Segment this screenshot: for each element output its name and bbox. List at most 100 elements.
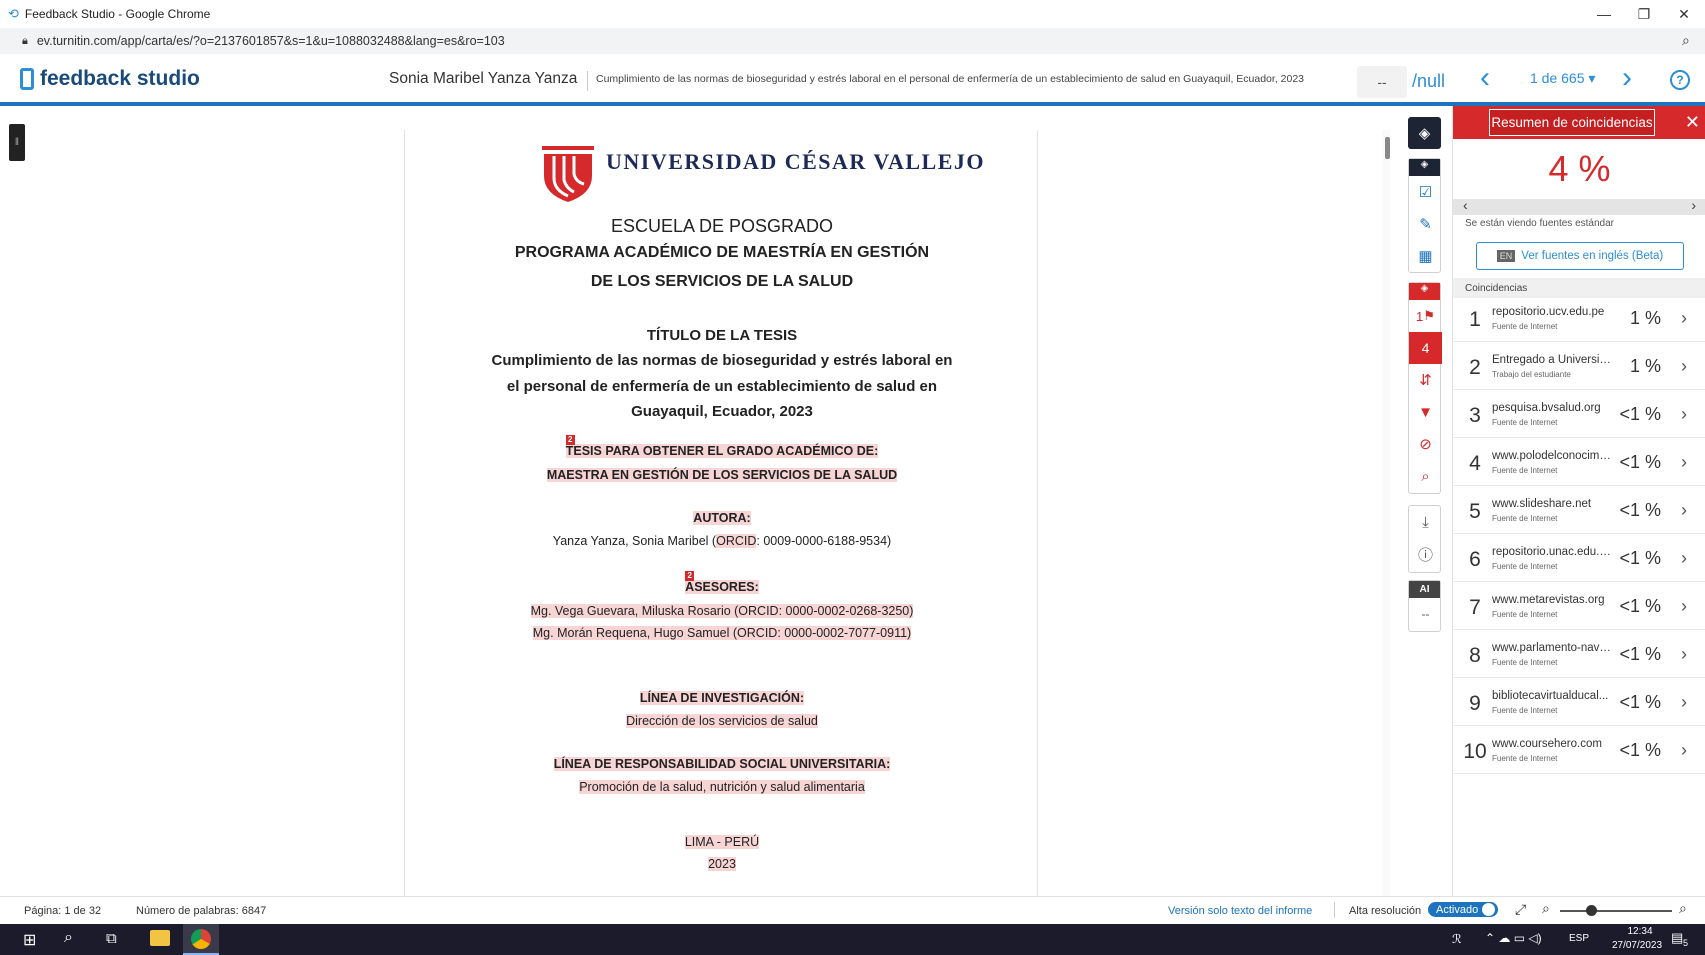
chevron-right-icon[interactable]: › xyxy=(1681,500,1687,521)
advisors-heading[interactable]: ASESORES: xyxy=(685,580,759,594)
match-row[interactable]: 3 pesquisa.bvsalud.org Fuente de Internet <… xyxy=(1453,394,1705,438)
exclude-icon[interactable]: ⊘ xyxy=(1409,428,1442,460)
taskbar-search-icon[interactable]: ⌕ xyxy=(64,929,73,947)
year[interactable]: 2023 xyxy=(708,857,736,871)
chevron-right-icon[interactable]: › xyxy=(1681,356,1687,377)
people-icon[interactable]: ℛ xyxy=(1452,932,1462,946)
high-res-toggle[interactable]: Activado xyxy=(1428,902,1499,917)
match-percentage: <1 % xyxy=(1619,500,1661,520)
paper-pager-dropdown[interactable]: 1 de 665 ▾ xyxy=(1530,70,1595,87)
zoom-slider[interactable] xyxy=(1560,910,1672,912)
match-source: pesquisa.bvsalud.org xyxy=(1492,402,1601,414)
advisor-1-wrap: Mg. Vega Guevara, Miluska Rosario (ORCID… xyxy=(405,604,1039,618)
match-overview-button[interactable]: 4 xyxy=(1409,332,1442,364)
match-source: bibliotecavirtualducal... xyxy=(1492,690,1609,702)
match-row[interactable]: 5 www.slideshare.net Fuente de Internet <1 … xyxy=(1453,490,1705,534)
match-row[interactable]: 2 Entregado a Universida... Trabajo del es… xyxy=(1453,346,1705,390)
advisor-2[interactable]: Mg. Morán Requena, Hugo Samuel (ORCID: 0… xyxy=(532,626,912,640)
side-panel-toggle[interactable]: ‖ xyxy=(9,124,25,161)
clock-date[interactable]: 27/07/2023 xyxy=(1602,940,1672,951)
close-panel-icon[interactable]: ✕ xyxy=(1685,112,1700,133)
match-row[interactable]: 10 www.coursehero.com Fuente de Internet <1… xyxy=(1453,730,1705,774)
match-row[interactable]: 6 repositorio.unac.edu.pe Fuente de Intern… xyxy=(1453,538,1705,582)
author-heading[interactable]: AUTORA: xyxy=(693,511,751,525)
grade-total: /null xyxy=(1412,71,1446,91)
help-icon[interactable]: ? xyxy=(1670,70,1690,90)
chevron-right-icon[interactable]: › xyxy=(1681,692,1687,713)
english-sources-button[interactable]: EN Ver fuentes en inglés (Beta) xyxy=(1476,242,1684,270)
chrome-taskbar-button[interactable] xyxy=(183,924,219,955)
match-source: www.metarevistas.org xyxy=(1492,594,1605,606)
url-text[interactable]: ev.turnitin.com/app/carta/es/?o=21376018… xyxy=(37,34,505,48)
search-icon[interactable]: ⌕ xyxy=(1682,32,1690,49)
city[interactable]: LIMA - PERÚ xyxy=(684,835,760,849)
filter-icon[interactable]: ▼ xyxy=(1409,396,1442,428)
page-indicator: Página: 1 de 32 xyxy=(24,905,102,917)
university-name: UNIVERSIDAD CÉSAR VALLEJO xyxy=(606,149,985,174)
chevron-right-icon[interactable]: › xyxy=(1681,740,1687,761)
layers-icon[interactable]: ◈ xyxy=(1408,117,1441,149)
chevron-right-icon[interactable]: › xyxy=(1681,308,1687,329)
scrollbar-thumb[interactable] xyxy=(1385,137,1390,159)
match-marker-badge[interactable]: 2 xyxy=(685,571,695,581)
chevron-right-icon[interactable]: › xyxy=(1681,452,1687,473)
rubric-check-icon[interactable]: ☑ xyxy=(1409,176,1442,208)
research-value[interactable]: Dirección de los servicios de salud xyxy=(626,714,818,728)
ai-score-button[interactable]: -- xyxy=(1409,598,1442,630)
grid-view-icon[interactable]: ▦ xyxy=(1409,240,1442,272)
file-explorer-icon[interactable] xyxy=(150,930,170,946)
match-number: 10 xyxy=(1463,740,1487,763)
social-heading[interactable]: LÍNEA DE RESPONSABILIDAD SOCIAL UNIVERSI… xyxy=(553,757,891,771)
social-value[interactable]: Promoción de la salud, nutrición y salud… xyxy=(579,780,865,794)
chevron-right-icon[interactable]: › xyxy=(1681,596,1687,617)
flags-button[interactable]: 1 ⚑ xyxy=(1409,300,1442,332)
next-paper-icon[interactable]: › xyxy=(1622,63,1632,93)
info-icon[interactable]: ⓘ xyxy=(1409,538,1442,570)
zoom-slider-handle[interactable] xyxy=(1586,905,1597,916)
task-view-icon[interactable]: ⧉ xyxy=(106,930,117,947)
match-number: 4 xyxy=(1469,452,1481,475)
author-orcid-label[interactable]: ORCID xyxy=(716,534,757,548)
fullscreen-icon[interactable]: ⤢ xyxy=(1515,901,1526,918)
tray-icons[interactable]: ⌃ ☁ ▭ ◁) xyxy=(1485,931,1542,945)
similarity-search-icon[interactable]: ⌕ xyxy=(1409,460,1442,492)
clock-time[interactable]: 12:34 xyxy=(1615,926,1665,937)
feedback-edit-icon[interactable]: ✎ xyxy=(1409,208,1442,240)
grade-input[interactable]: -- xyxy=(1357,66,1407,98)
minimize-icon[interactable]: — xyxy=(1582,0,1626,28)
match-source: Entregado a Universida... xyxy=(1492,354,1612,366)
match-row[interactable]: 8 www.parlamento-navar... Fuente de Intern… xyxy=(1453,634,1705,678)
prev-paper-icon[interactable]: ‹ xyxy=(1480,63,1490,93)
zoom-out-icon[interactable]: ⌕ xyxy=(1542,900,1550,917)
panel-prev-icon[interactable]: ‹ xyxy=(1463,197,1468,213)
match-row[interactable]: 1 repositorio.ucv.edu.pe Fuente de Interne… xyxy=(1453,298,1705,342)
address-bar[interactable]: 🔒︎ ev.turnitin.com/app/carta/es/?o=21376… xyxy=(0,28,1705,54)
all-sources-icon[interactable]: ⇵ xyxy=(1409,364,1442,396)
zoom-in-icon[interactable]: ⌕ xyxy=(1679,900,1687,917)
research-heading[interactable]: LÍNEA DE INVESTIGACIÓN: xyxy=(639,691,805,705)
chevron-right-icon[interactable]: › xyxy=(1681,404,1687,425)
text-only-report-link[interactable]: Versión solo texto del informe xyxy=(1168,905,1312,917)
match-marker-badge[interactable]: 2 xyxy=(565,435,575,445)
panel-next-icon[interactable]: › xyxy=(1691,197,1696,213)
degree-line-2[interactable]: MAESTRA EN GESTIÓN DE LOS SERVICIOS DE L… xyxy=(546,468,898,482)
match-source-type: Fuente de Internet xyxy=(1492,466,1558,475)
advisors-heading-wrap: 2ASESORES: xyxy=(405,571,1039,594)
download-icon[interactable]: ⤓ xyxy=(1409,506,1442,538)
document-scrollbar[interactable] xyxy=(1382,130,1390,896)
match-row[interactable]: 7 www.metarevistas.org Fuente de Internet <… xyxy=(1453,586,1705,630)
match-row[interactable]: 4 www.polodelconocimie... Fuente de Intern… xyxy=(1453,442,1705,486)
close-window-icon[interactable]: ✕ xyxy=(1662,0,1705,28)
notification-icon[interactable]: ▤ xyxy=(1671,930,1683,946)
feedback-studio-logo[interactable]: feedback studio xyxy=(20,67,200,91)
chevron-right-icon[interactable]: › xyxy=(1681,548,1687,569)
author-name: Yanza Yanza, Sonia Maribel ( xyxy=(552,534,717,548)
windows-start-icon[interactable]: ⊞ xyxy=(23,930,36,950)
restore-icon[interactable]: ❐ xyxy=(1622,0,1666,28)
chevron-right-icon[interactable]: › xyxy=(1681,644,1687,665)
language-indicator[interactable]: ESP xyxy=(1569,933,1589,944)
advisor-1[interactable]: Mg. Vega Guevara, Miluska Rosario (ORCID… xyxy=(530,604,914,618)
match-percentage: <1 % xyxy=(1619,740,1661,760)
degree-line-1[interactable]: TESIS PARA OBTENER EL GRADO ACADÉMICO DE… xyxy=(565,444,879,458)
match-row[interactable]: 9 bibliotecavirtualducal... Fuente de Inte… xyxy=(1453,682,1705,726)
